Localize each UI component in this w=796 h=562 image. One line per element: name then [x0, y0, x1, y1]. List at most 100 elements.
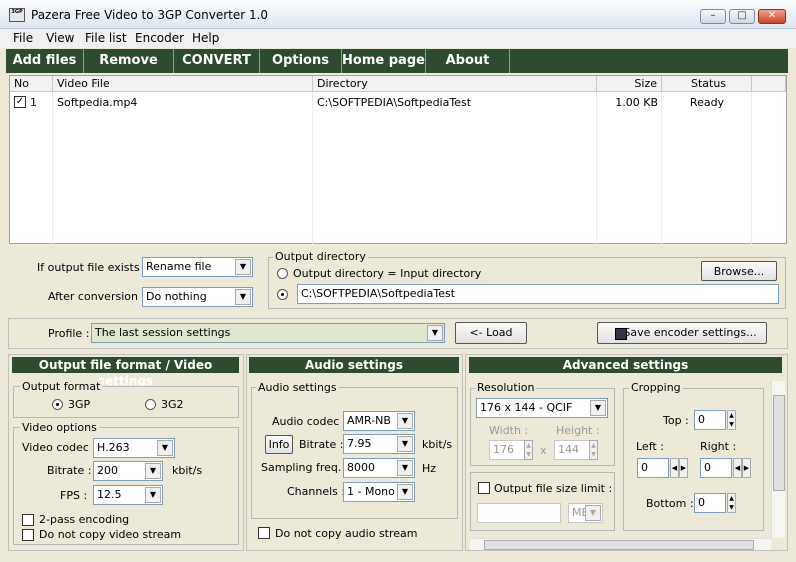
crop-left-input[interactable]: 0: [637, 458, 669, 478]
width-spinner[interactable]: ▲ ▼: [524, 440, 533, 460]
scrollbar-thumb[interactable]: [773, 395, 785, 491]
home-page-button[interactable]: Home page: [342, 49, 426, 73]
info-button[interactable]: Info: [265, 435, 293, 454]
maximize-icon[interactable]: □: [729, 9, 755, 24]
crop-top-spinner[interactable]: ▲ ▼: [727, 410, 736, 430]
two-pass-label: 2-pass encoding: [39, 513, 130, 526]
close-icon[interactable]: ✕: [758, 9, 786, 24]
custom-directory-radio[interactable]: [277, 289, 288, 300]
crop-right-spinner[interactable]: ▶: [742, 458, 751, 478]
row-status: Ready: [689, 96, 725, 109]
chevron-down-icon: ▼: [590, 400, 606, 416]
profile-label: Profile :: [48, 327, 90, 340]
row-directory: C:\SOFTPEDIA\SoftpediaTest: [317, 96, 472, 109]
no-copy-video-checkbox[interactable]: [22, 529, 34, 541]
browse-button[interactable]: Browse...: [701, 261, 777, 281]
profile-select[interactable]: The last session settings ▼: [91, 323, 445, 343]
no-copy-audio-checkbox[interactable]: [258, 527, 270, 539]
crop-left-label: Left :: [636, 440, 664, 453]
add-files-button[interactable]: Add files: [6, 49, 84, 73]
format-3g2-label: 3G2: [161, 398, 184, 411]
chevron-down-icon: ▼: [235, 259, 251, 275]
size-limit-checkbox[interactable]: [478, 482, 490, 494]
crop-bottom-input[interactable]: 0: [694, 493, 726, 513]
channels-label: Channels :: [287, 485, 346, 498]
column-divider: [596, 92, 597, 244]
no-copy-audio-label: Do not copy audio stream: [275, 527, 418, 540]
resolution-select[interactable]: 176 x 144 - QCIF ▼: [476, 398, 608, 418]
crop-bottom-spinner[interactable]: ▲ ▼: [727, 493, 736, 513]
toolbar: Add files Remove CONVERT Options Home pa…: [6, 49, 788, 73]
crop-left-spinner[interactable]: ◀: [670, 458, 679, 478]
remove-button[interactable]: Remove: [84, 49, 174, 73]
menu-view[interactable]: View: [46, 31, 74, 45]
crop-right-input[interactable]: 0: [700, 458, 732, 478]
menu-file[interactable]: File: [13, 31, 33, 45]
cropping-title: Cropping: [629, 381, 683, 394]
format-3gp-radio[interactable]: [52, 399, 63, 410]
fps-select[interactable]: 12.5 ▼: [93, 485, 163, 505]
menu-encoder[interactable]: Encoder: [135, 31, 184, 45]
window-title: Pazera Free Video to 3GP Converter 1.0: [31, 8, 269, 22]
column-header-size[interactable]: Size: [597, 76, 662, 92]
table-row[interactable]: ✓ 1 Softpedia.mp4 C:\SOFTPEDIA\Softpedia…: [10, 94, 786, 112]
resolution-title: Resolution: [475, 381, 537, 394]
sampling-freq-label: Sampling freq. :: [261, 461, 349, 474]
after-conversion-label: After conversion :: [48, 290, 146, 303]
height-spinner[interactable]: ▲ ▼: [589, 440, 598, 460]
column-header-status[interactable]: Status: [662, 76, 752, 92]
crop-right-spinner[interactable]: ◀: [733, 458, 742, 478]
height-label: Height :: [556, 424, 600, 437]
crop-top-label: Top :: [663, 414, 689, 427]
scrollbar-thumb[interactable]: [484, 540, 754, 550]
audio-codec-select[interactable]: AMR-NB ▼: [343, 411, 415, 431]
audio-bitrate-label: Bitrate :: [299, 438, 344, 451]
file-list[interactable]: No Video File Directory Size Status ✓ 1 …: [9, 75, 787, 244]
row-number: 1: [30, 96, 37, 109]
load-profile-button[interactable]: <- Load: [455, 322, 527, 344]
width-input[interactable]: 176: [489, 440, 525, 460]
horizontal-scrollbar[interactable]: [470, 538, 771, 550]
size-limit-input[interactable]: [477, 503, 561, 523]
video-codec-select[interactable]: H.263 ▼: [93, 438, 175, 458]
convert-button[interactable]: CONVERT: [174, 49, 260, 73]
no-copy-video-label: Do not copy video stream: [39, 528, 182, 541]
column-header-directory[interactable]: Directory: [313, 76, 597, 92]
chevron-down-icon: ▼: [397, 436, 413, 452]
crop-bottom-label: Bottom :: [646, 497, 694, 510]
options-button[interactable]: Options: [260, 49, 342, 73]
column-header-video-file[interactable]: Video File: [53, 76, 313, 92]
menu-help[interactable]: Help: [192, 31, 219, 45]
video-bitrate-select[interactable]: 200 ▼: [93, 461, 163, 481]
audio-bitrate-select[interactable]: 7.95 ▼: [343, 434, 415, 454]
audio-bitrate-unit: kbit/s: [422, 438, 453, 451]
minimize-icon[interactable]: –: [700, 9, 726, 24]
format-3g2-radio[interactable]: [145, 399, 156, 410]
size-limit-label: Output file size limit :: [494, 482, 613, 495]
row-checkbox[interactable]: ✓: [14, 96, 26, 108]
video-bitrate-unit: kbit/s: [172, 464, 203, 477]
if-exists-select[interactable]: Rename file ▼: [142, 257, 253, 277]
same-as-input-radio[interactable]: [277, 268, 288, 279]
row-file-name: Softpedia.mp4: [57, 96, 138, 109]
chevron-down-icon: ▼: [585, 505, 601, 521]
crop-left-spinner[interactable]: ▶: [679, 458, 688, 478]
save-encoder-settings-button[interactable]: Save encoder settings...: [597, 322, 767, 344]
two-pass-checkbox[interactable]: [22, 514, 34, 526]
column-header-no[interactable]: No: [10, 76, 53, 92]
size-unit-select[interactable]: MB ▼: [568, 503, 603, 523]
about-button[interactable]: About: [426, 49, 510, 73]
vertical-scrollbar[interactable]: [771, 381, 785, 538]
sampling-freq-select[interactable]: 8000 ▼: [343, 458, 415, 478]
menu-file-list[interactable]: File list: [85, 31, 127, 45]
crop-top-input[interactable]: 0: [694, 410, 726, 430]
output-directory-field[interactable]: C:\SOFTPEDIA\SoftpediaTest: [297, 284, 779, 304]
height-input[interactable]: 144: [554, 440, 590, 460]
channels-select[interactable]: 1 - Mono ▼: [343, 482, 415, 502]
app-icon: 3GP: [9, 8, 25, 22]
menu-bar: File View File list Encoder Help: [0, 29, 796, 48]
column-divider: [312, 92, 313, 244]
chevron-down-icon: ▼: [145, 487, 161, 503]
after-conversion-select[interactable]: Do nothing ▼: [142, 287, 253, 307]
if-exists-label: If output file exists :: [37, 261, 147, 274]
